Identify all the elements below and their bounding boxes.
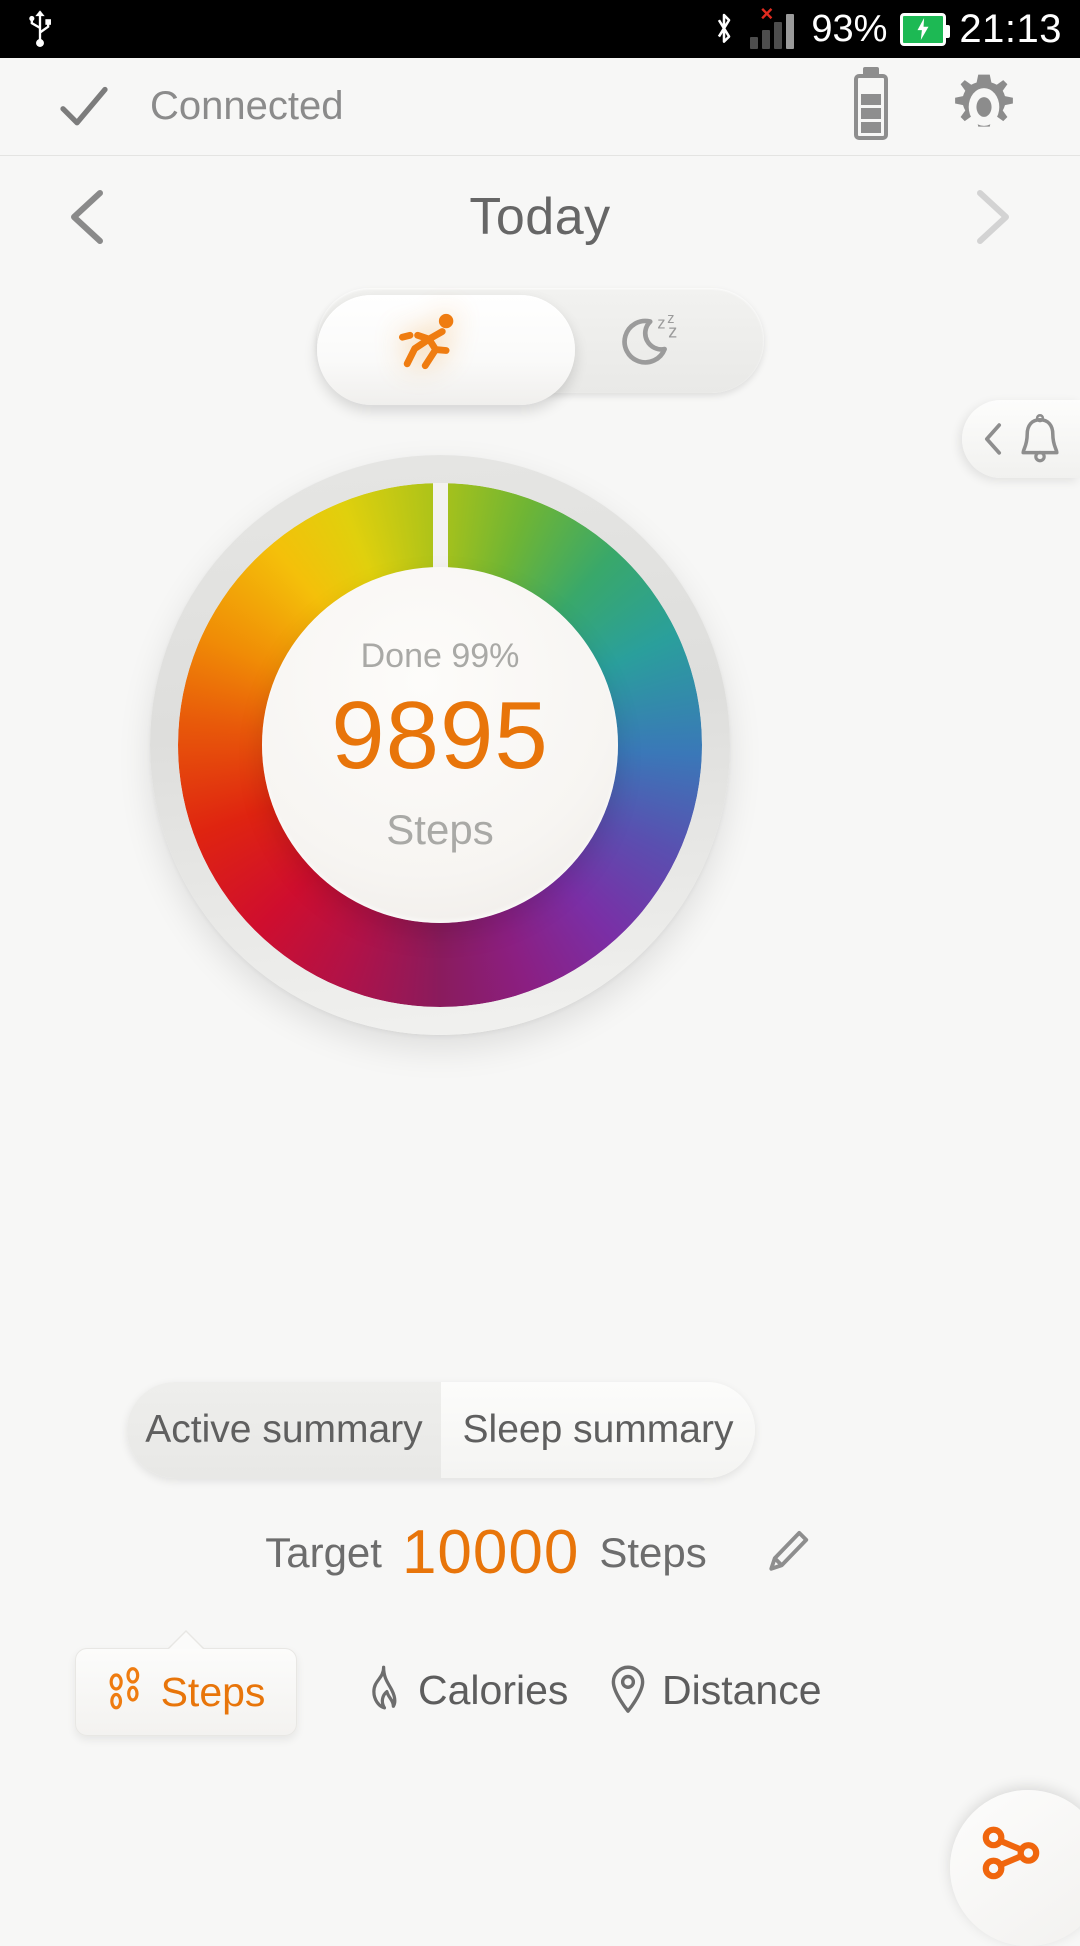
flame-icon (372, 1665, 397, 1710)
svg-text:z: z (668, 321, 677, 341)
tab-active-summary[interactable]: Active summary (127, 1382, 441, 1478)
tab-distance-label: Distance (662, 1666, 822, 1713)
progress-ring[interactable]: Done 99% 9895 Steps (150, 455, 730, 1035)
signal-error-mark: × (760, 1, 774, 26)
steps-value: 9895 (331, 681, 549, 789)
svg-text:z: z (657, 314, 665, 332)
ring-center-panel: Done 99% 9895 Steps (262, 567, 618, 923)
connection-status-label: Connected (150, 84, 344, 128)
notification-tab[interactable] (962, 400, 1080, 478)
running-person-icon (398, 313, 453, 369)
mode-activity-option[interactable] (317, 288, 540, 393)
target-unit-label: Steps (599, 1528, 707, 1576)
mode-toggle-icons: z z z (317, 288, 764, 393)
tab-calories[interactable]: Calories (360, 1664, 568, 1716)
share-icon (982, 1826, 1040, 1880)
tab-calories-label: Calories (418, 1666, 569, 1713)
mode-toggle[interactable]: z z z (317, 288, 764, 405)
tab-distance[interactable]: Distance (608, 1664, 822, 1716)
bluetooth-icon (718, 13, 731, 43)
bell-icon (1021, 414, 1059, 463)
tab-sleep-summary[interactable]: Sleep summary (441, 1382, 755, 1478)
status-bar-right: × 93% 21:13 (711, 3, 1062, 52)
status-bar-left (26, 9, 54, 49)
mode-sleep-option[interactable]: z z z (540, 288, 763, 393)
tab-steps-label: Steps (160, 1668, 266, 1715)
battery-charging-icon (900, 12, 951, 46)
next-day-button[interactable] (962, 189, 1018, 245)
status-bar: × 93% 21:13 (0, 0, 1080, 58)
date-nav: Today (0, 157, 1080, 277)
metric-tabs: Steps Calories Distance (0, 1630, 1080, 1770)
footprints-icon (109, 1667, 139, 1710)
gear-icon[interactable] (948, 71, 1020, 143)
chevron-left-icon (984, 423, 1002, 455)
tab-steps[interactable]: Steps (75, 1630, 297, 1736)
summary-tabs: Active summary Sleep summary (127, 1382, 755, 1478)
clock-label: 21:13 (959, 6, 1062, 51)
done-percent-label: Done 99% (360, 636, 520, 675)
battery-percent-label: 93% (811, 7, 888, 50)
steps-unit-label: Steps (386, 805, 494, 853)
map-pin-icon (611, 1665, 645, 1713)
signal-bars-icon: × (750, 3, 798, 49)
usb-icon (29, 10, 51, 47)
target-row: Target 10000 Steps (0, 1505, 1080, 1600)
device-battery-icon[interactable] (854, 73, 888, 140)
check-icon (60, 86, 108, 125)
pencil-icon[interactable] (759, 1525, 815, 1581)
share-fab[interactable] (950, 1790, 1080, 1946)
app-bar-actions (854, 71, 1044, 143)
target-value: 10000 (401, 1518, 580, 1587)
target-prefix-label: Target (265, 1528, 382, 1576)
moon-sleep-icon: z z z (621, 311, 677, 365)
prev-day-button[interactable] (62, 189, 118, 245)
app-bar: Connected (0, 58, 1080, 156)
page-title: Today (469, 188, 611, 246)
